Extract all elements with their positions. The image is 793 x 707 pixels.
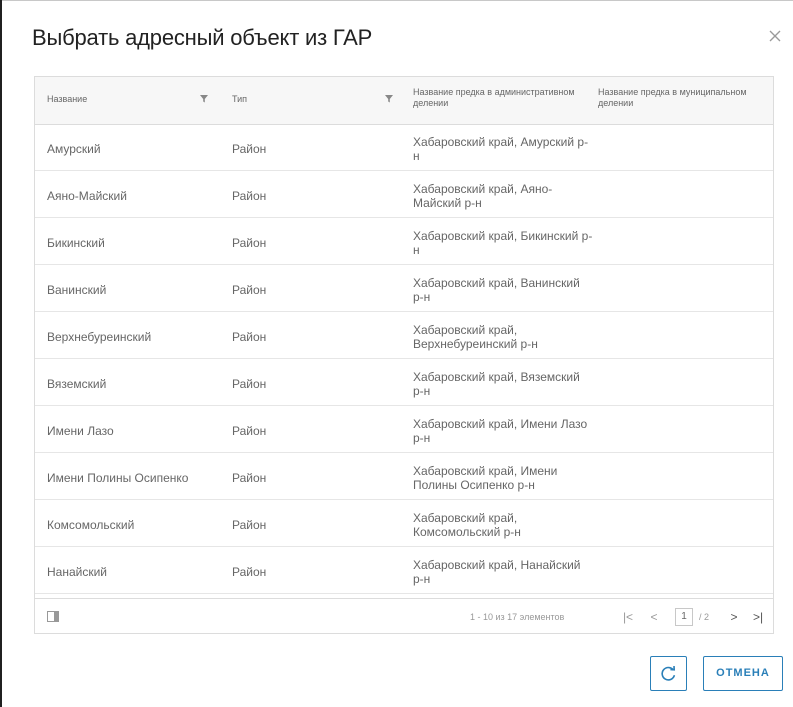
table-row[interactable]: Комсомольский Район Хабаровский край, Ко…	[35, 500, 773, 547]
cell-type: Район	[232, 283, 267, 297]
cell-admin-parent: Хабаровский край, Имени Полины Осипенко …	[413, 464, 558, 492]
cell-admin-parent: Хабаровский край, Аяно-Майский р-н	[413, 182, 553, 210]
cell-name: Нанайский	[47, 565, 107, 579]
table-row[interactable]: Имени Лазо Район Хабаровский край, Имени…	[35, 406, 773, 453]
table-row[interactable]: Ванинский Район Хабаровский край, Ванинс…	[35, 265, 773, 312]
cell-type: Район	[232, 471, 267, 485]
dialog-title: Выбрать адресный объект из ГАР	[32, 25, 373, 50]
cell-type: Район	[232, 330, 267, 344]
cell-admin-parent: Хабаровский край, Комсомольский р-н	[413, 511, 521, 539]
pager-total-pages: / 2	[699, 612, 710, 622]
cancel-button[interactable]: ОТМЕНА	[703, 656, 783, 691]
cell-type: Район	[232, 189, 267, 203]
cell-admin-parent: Хабаровский край, Ванинский р-н	[413, 276, 580, 304]
cell-name: Имени Лазо	[47, 424, 114, 438]
last-page-button[interactable]: >|	[749, 608, 767, 626]
column-header-label: Название предка в муниципальном делении	[598, 87, 747, 108]
close-icon[interactable]	[766, 27, 784, 45]
grid-header: Название Тип Название предка в администр…	[35, 77, 773, 125]
column-header-name[interactable]: Название	[47, 77, 222, 124]
next-page-button[interactable]: >	[727, 608, 741, 626]
prev-page-button[interactable]: <	[647, 608, 661, 626]
cell-type: Район	[232, 236, 267, 250]
table-row[interactable]: Бикинский Район Хабаровский край, Бикинс…	[35, 218, 773, 265]
cell-admin-parent: Хабаровский край, Верхнебуреинский р-н	[413, 323, 538, 351]
select-address-dialog: Выбрать адресный объект из ГАР Название …	[2, 1, 793, 707]
page-number-input[interactable]: 1	[675, 608, 693, 626]
cell-type: Район	[232, 518, 267, 532]
cell-name: Аяно-Майский	[47, 189, 127, 203]
cell-name: Вяземский	[47, 377, 107, 391]
cell-admin-parent: Хабаровский край, Бикинский р-н	[413, 229, 593, 257]
table-row[interactable]: Вяземский Район Хабаровский край, Вяземс…	[35, 359, 773, 406]
column-header-label: Тип	[232, 94, 248, 104]
grid-pager: 1 - 10 из 17 элементов |< < 1 / 2 > >|	[35, 598, 773, 633]
cell-type: Район	[232, 377, 267, 391]
table-row[interactable]: Имени Полины Осипенко Район Хабаровский …	[35, 453, 773, 500]
first-page-button[interactable]: |<	[621, 608, 635, 626]
cell-name: Ванинский	[47, 283, 107, 297]
refresh-icon	[661, 665, 676, 681]
cell-name: Бикинский	[47, 236, 105, 250]
cell-name: Комсомольский	[47, 518, 135, 532]
column-chooser-icon[interactable]	[47, 611, 59, 622]
cell-admin-parent: Хабаровский край, Вяземский р-н	[413, 370, 580, 398]
filter-icon[interactable]	[199, 91, 209, 103]
cell-admin-parent: Хабаровский край, Амурский р-н	[413, 135, 589, 163]
column-header-label: Название предка в административном делен…	[413, 87, 575, 108]
table-row[interactable]: Верхнебуреинский Район Хабаровский край,…	[35, 312, 773, 359]
table-row[interactable]: Амурский Район Хабаровский край, Амурски…	[35, 124, 773, 171]
table-row[interactable]: Аяно-Майский Район Хабаровский край, Аян…	[35, 171, 773, 218]
address-grid: Название Тип Название предка в администр…	[34, 76, 774, 634]
cell-name: Верхнебуреинский	[47, 330, 152, 344]
cell-name: Имени Полины Осипенко	[47, 471, 189, 485]
cell-type: Район	[232, 142, 267, 156]
column-header-type[interactable]: Тип	[232, 77, 402, 124]
pager-info: 1 - 10 из 17 элементов	[470, 612, 565, 622]
cell-admin-parent: Хабаровский край, Имени Лазо р-н	[413, 417, 588, 445]
column-header-label: Название	[47, 94, 88, 104]
cell-admin-parent: Хабаровский край, Нанайский р-н	[413, 558, 581, 586]
cell-type: Район	[232, 424, 267, 438]
cell-name: Амурский	[47, 142, 101, 156]
filter-icon[interactable]	[384, 91, 394, 103]
table-row[interactable]: Нанайский Район Хабаровский край, Нанайс…	[35, 547, 773, 594]
cell-type: Район	[232, 565, 267, 579]
refresh-button[interactable]	[650, 656, 687, 691]
